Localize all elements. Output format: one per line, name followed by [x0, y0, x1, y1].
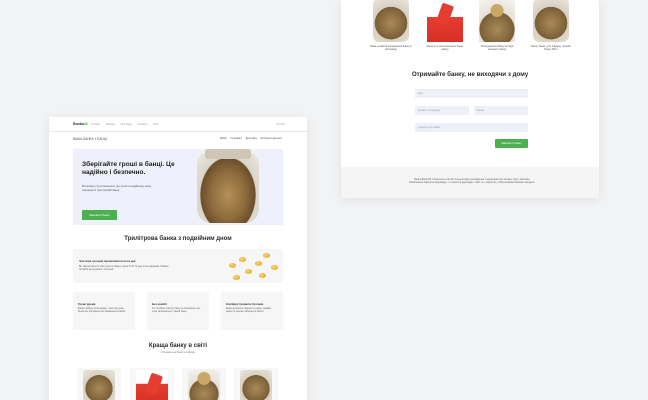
email-field[interactable]: Email — [474, 106, 528, 115]
order-form-title: Отримайте банку, не виходячи з дому — [411, 71, 529, 78]
subnav-title: ВАША БАНКА У БАНЦІ — [73, 137, 108, 141]
address-field[interactable]: Адреса доставки — [415, 123, 528, 132]
subnav-links: Вибір Переваги Доставка Як Користуватися — [217, 137, 282, 140]
band-title: Частина грошей проявляються на дні — [79, 259, 136, 263]
band-text: Ви звикли бачити свої гроші в банці, чер… — [79, 265, 169, 272]
jar-image — [240, 370, 272, 400]
feature-card: Коліфиуі тривалої безпеки Банка витримує… — [221, 292, 283, 330]
subnav-link[interactable]: Як Користуватися — [261, 137, 282, 140]
feature-card: Без комісії Не потрібно платити банку за… — [147, 292, 209, 330]
product-card[interactable]: Розсадження Банку вигода заходити банку — [475, 0, 519, 52]
coin-icon — [233, 275, 240, 280]
jar-image — [83, 370, 115, 400]
coin-icon — [229, 263, 236, 268]
section-subtitle: Оптимальна банку в інформ — [160, 351, 196, 354]
product-card[interactable]: Монети зі свята вальних банку джеку — [423, 0, 467, 52]
product-caption: Банк розмітий Ангарданов банку в Акторіа… — [370, 45, 412, 52]
product-caption: Розсадження Банку вигода заходити банку — [480, 45, 514, 52]
nav-link[interactable]: Про банку — [121, 123, 132, 126]
nav-link[interactable]: Контакти — [138, 123, 148, 126]
subnav-link[interactable]: Доставка — [246, 137, 257, 140]
product-card[interactable] — [130, 368, 174, 400]
nav-link[interactable]: Магазин — [106, 123, 115, 126]
product-card[interactable] — [182, 368, 226, 400]
red-piggy-image — [136, 370, 168, 400]
coin-icon — [271, 265, 278, 270]
name-field[interactable]: Ім'я — [415, 89, 528, 98]
product-card[interactable] — [234, 368, 278, 400]
top-nav: Banka36 Головна Магазин Про банку Контак… — [49, 117, 307, 132]
logo-prefix: Banka — [73, 122, 84, 126]
coin-icon — [259, 273, 266, 278]
product-card[interactable] — [77, 368, 121, 400]
feature-text: Банка тримає гроші вдома, у вас під руко… — [78, 308, 126, 314]
hero-text: Ви можете бути впевнені, що гроші в наді… — [82, 184, 152, 192]
nav-link[interactable]: Головна — [91, 123, 100, 126]
money-jar-image — [197, 149, 259, 223]
jar-image — [373, 0, 409, 42]
hero-title: Зберігайте гроші в банці. Це надійно і б… — [82, 161, 175, 177]
jar-image — [533, 0, 569, 42]
feature-title: Гроші удома — [78, 302, 96, 306]
feature-text: Банка витримує падіння та удари, надійне… — [226, 308, 272, 314]
red-piggy-image — [427, 0, 463, 42]
product-caption: Монети зі свята вальних банку джеку — [426, 45, 464, 52]
order-submit-button[interactable]: Замовити банку — [495, 139, 528, 148]
feature-title: Без комісії — [152, 302, 167, 306]
product-caption: Банку банку для 1 Банку, грошей банку 30… — [531, 45, 571, 52]
feature-title: Коліфиуі тривалої безпеки — [226, 302, 264, 306]
coin-hand-image — [188, 370, 220, 400]
coin-hand-image — [479, 0, 515, 42]
product-card[interactable]: Банку банку для 1 Банку, грошей банку 30… — [529, 0, 573, 52]
product-row: Банк розмітий Ангарданов банку в Акторіа… — [365, 0, 575, 56]
footer: Банка Banka36 створена на той або існуюч… — [341, 167, 599, 198]
subnav-link[interactable]: Вибір — [220, 137, 227, 140]
product-row — [77, 368, 282, 400]
section-title: Трилітрова банка з подвійним дном — [124, 236, 232, 242]
logo[interactable]: Banka36 — [73, 122, 88, 126]
coin-icon — [263, 253, 270, 258]
section-title: Краща банку в світі — [148, 343, 208, 349]
product-card[interactable]: Банк розмітий Ангарданов банку в Акторіа… — [369, 0, 413, 52]
footer-text: Банка Banka36 створена на той або існуюч… — [408, 178, 536, 185]
feature-text: Не потрібно платити банку за зберігання,… — [152, 308, 201, 314]
landing-page-preview-main: Banka36 Головна Магазин Про банку Контак… — [49, 117, 307, 400]
subnav-link[interactable]: Переваги — [231, 137, 242, 140]
feature-card: Гроші удома Банка тримає гроші вдома, у … — [73, 292, 135, 330]
hero-order-button[interactable]: Замовити банку — [82, 210, 117, 220]
coin-icon — [239, 257, 246, 262]
hero-banner: Зберігайте гроші в банці. Це надійно і б… — [73, 149, 283, 225]
coin-icon — [255, 261, 262, 266]
phone-field[interactable]: Номер телефону — [415, 106, 469, 115]
nav-links: Головна Магазин Про банку Контакти Блог — [91, 123, 163, 126]
language-switch[interactable]: UA / RU — [276, 123, 285, 126]
nav-link[interactable]: Блог — [153, 123, 158, 126]
landing-page-preview-form: Банк розмітий Ангарданов банку в Акторіа… — [341, 0, 599, 198]
coin-icon — [245, 269, 252, 274]
logo-suffix: 36 — [83, 122, 88, 126]
feature-band: Частина грошей проявляються на дні Ви зв… — [73, 249, 283, 283]
